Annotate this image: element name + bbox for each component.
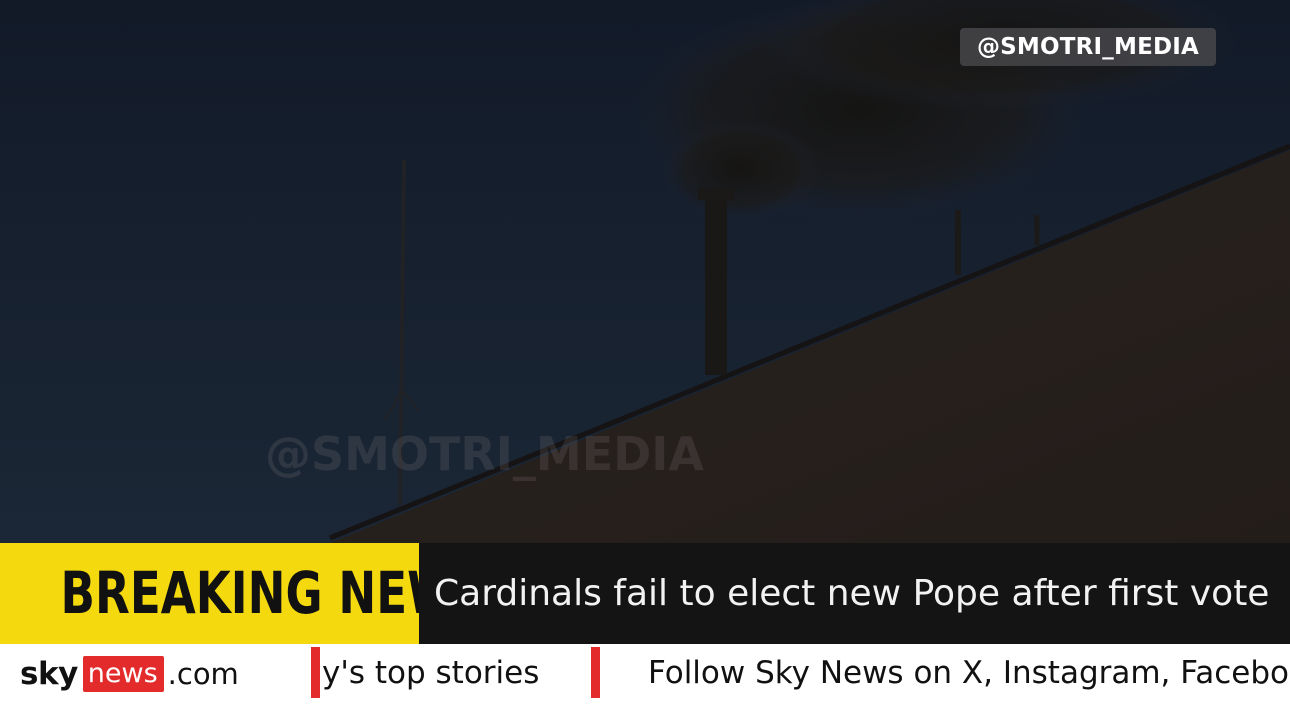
channel-handle-badge: @SMOTRI_MEDIA (960, 28, 1216, 66)
news-ticker: sky news .com y's top stories Follow Sky… (0, 644, 1290, 705)
chimney-pipe (705, 195, 727, 375)
ticker-item: Follow Sky News on X, Instagram, Faceboo… (648, 655, 1290, 691)
breaking-news-bar: BREAKING NEWS Cardinals fail to elect ne… (0, 543, 1290, 644)
logo-com-text: .com (167, 657, 239, 691)
smoke-plume-puff (660, 120, 820, 220)
logo-sky-text: sky (20, 656, 78, 692)
chimney-cap (698, 188, 734, 200)
sky-news-logo: sky news .com (20, 652, 239, 696)
ticker-separator (311, 647, 320, 698)
headline-text: Cardinals fail to elect new Pope after f… (434, 573, 1270, 614)
watermark-text: @SMOTRI_MEDIA (265, 427, 705, 481)
ticker-separator (591, 647, 600, 698)
logo-news-text: news (82, 656, 164, 692)
breaking-news-label: BREAKING NEWS (0, 543, 419, 644)
ticker-item: y's top stories (322, 655, 540, 691)
breaking-news-label-text: BREAKING NEWS (60, 559, 419, 627)
video-frame: @SMOTRI_MEDIA @SMOTRI_MEDIA BREAKING NEW… (0, 0, 1290, 705)
